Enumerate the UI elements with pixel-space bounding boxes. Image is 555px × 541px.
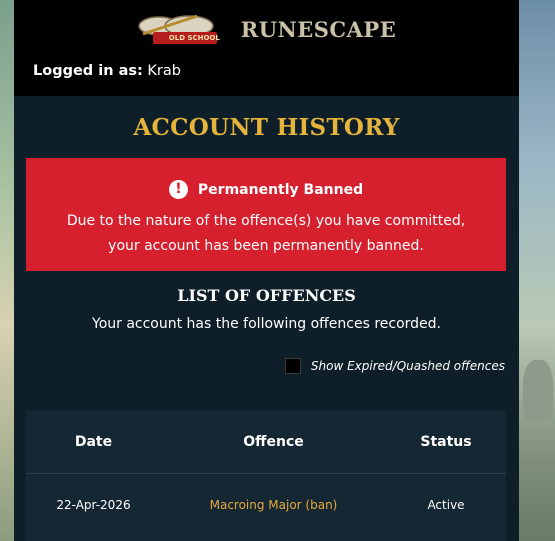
alert-line-2: your account has been permanently banned… <box>108 238 424 254</box>
alert-message: Due to the nature of the offence(s) you … <box>26 209 506 259</box>
account-history-panel: OLD SCHOOL RUNESCAPE Logged in as: Krab … <box>14 0 519 541</box>
column-header-date: Date <box>74 433 113 450</box>
alert-line-1: Due to the nature of the offence(s) you … <box>66 213 466 229</box>
offence-status: Active <box>427 498 465 512</box>
page-title: ACCOUNT HISTORY <box>133 114 400 141</box>
show-expired-label[interactable]: Show Expired/Quashed offences <box>311 359 505 373</box>
background-scenery-left <box>0 0 14 541</box>
top-header: OLD SCHOOL RUNESCAPE Logged in as: Krab <box>14 0 519 96</box>
exclamation-icon: ! <box>168 180 188 199</box>
column-header-offence: Offence <box>243 433 304 450</box>
logged-in-label: Logged in as: <box>33 63 143 79</box>
offence-name: Macroing Major (ban) <box>209 498 338 512</box>
ban-alert: ! Permanently Banned Due to the nature o… <box>26 158 506 271</box>
offences-table: Date Offence Status 22-Apr-2026 Macroing… <box>26 410 506 541</box>
logo-group: OLD SCHOOL RUNESCAPE <box>14 12 519 46</box>
background-scenery-right <box>519 0 555 541</box>
show-expired-checkbox[interactable] <box>284 358 301 374</box>
offences-title: LIST OF OFFENCES <box>177 286 356 305</box>
osrs-logo[interactable]: OLD SCHOOL <box>137 12 223 46</box>
osrs-logo-text: OLD SCHOOL <box>168 34 220 42</box>
offences-subtitle: Your account has the following offences … <box>92 316 441 332</box>
logged-in-status: Logged in as: Krab <box>33 63 181 79</box>
table-row: 22-Apr-2026 Macroing Major (ban) Active <box>26 474 506 536</box>
runescape-logo[interactable]: RUNESCAPE <box>241 17 396 42</box>
offence-date: 22-Apr-2026 <box>56 498 131 512</box>
alert-heading-row: ! Permanently Banned <box>26 180 506 199</box>
column-header-status: Status <box>420 433 472 450</box>
alert-heading: Permanently Banned <box>197 181 364 198</box>
table-header: Date Offence Status <box>26 410 506 474</box>
username: Krab <box>147 63 181 79</box>
show-expired-filter[interactable]: Show Expired/Quashed offences <box>284 358 505 374</box>
